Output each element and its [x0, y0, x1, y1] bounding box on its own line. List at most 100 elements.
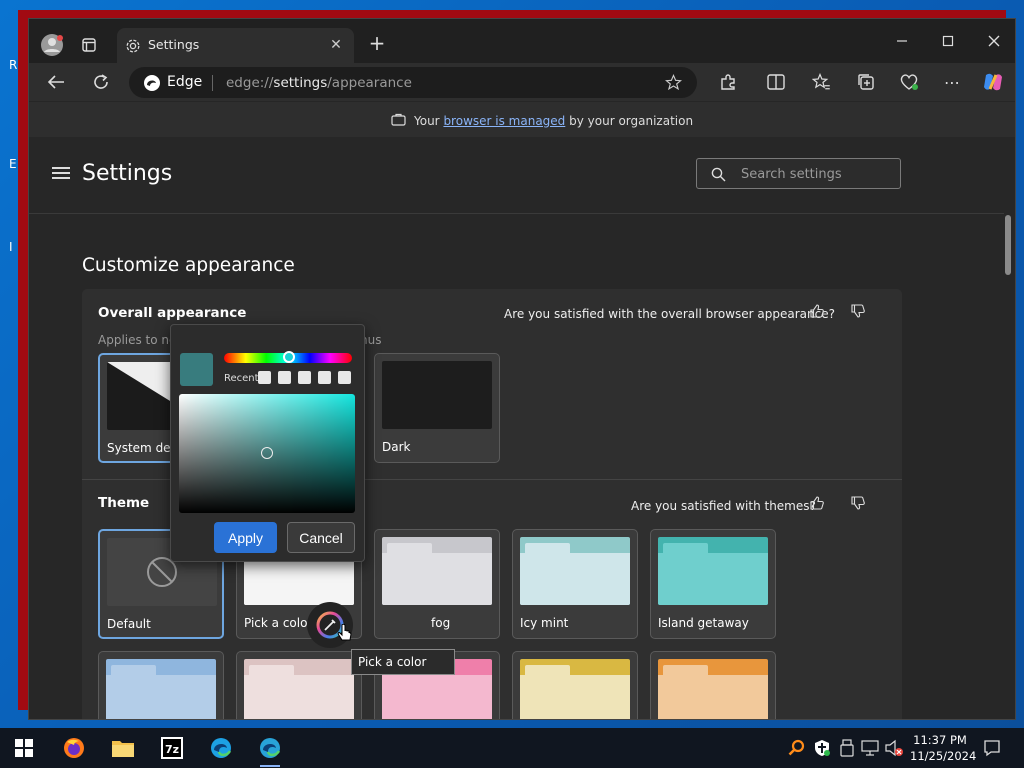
tab-close-button[interactable]: ✕ — [326, 35, 346, 55]
heart-pulse-icon — [900, 74, 918, 90]
recent-color-swatch[interactable] — [278, 371, 291, 384]
more-menu-button[interactable]: ⋯ — [941, 72, 963, 92]
address-bar[interactable]: Edge edge://settings/appearance — [129, 67, 697, 98]
recent-colors-label: Recent — [224, 373, 259, 384]
refresh-button[interactable] — [90, 72, 112, 92]
theme-card[interactable] — [236, 651, 362, 719]
theme-preview — [520, 537, 630, 605]
tray-clock[interactable]: 11:37 PM 11/25/2024 — [910, 732, 976, 764]
copilot-button[interactable] — [981, 71, 1005, 93]
hue-slider-handle[interactable] — [283, 351, 295, 363]
maximize-button[interactable] — [933, 29, 963, 53]
favorites-star-icon — [811, 73, 830, 90]
managed-link[interactable]: browser is managed — [443, 114, 565, 128]
close-icon — [988, 35, 1000, 47]
search-icon — [711, 167, 726, 182]
theme-card-fog[interactable]: fog — [374, 529, 500, 639]
tray-usb[interactable] — [836, 734, 858, 762]
tab-actions-icon — [82, 38, 96, 52]
favorites-button[interactable] — [810, 72, 832, 92]
apply-button[interactable]: Apply — [214, 522, 277, 553]
refresh-icon — [94, 74, 108, 89]
taskbar-7zip[interactable]: 7z — [158, 734, 186, 762]
tray-search-tool[interactable] — [786, 734, 808, 762]
tab-settings[interactable]: Settings ✕ — [117, 28, 354, 63]
split-screen-button[interactable] — [765, 72, 787, 92]
appearance-card-dark[interactable]: Dark — [374, 353, 500, 463]
close-window-button[interactable] — [979, 29, 1009, 53]
network-icon — [861, 740, 879, 756]
search-input[interactable]: Search settings — [696, 158, 901, 189]
edge-logo-icon — [144, 75, 160, 91]
url-scheme: edge:// — [226, 75, 274, 91]
card-label: fog — [431, 616, 451, 630]
thumbs-down-icon[interactable] — [850, 495, 866, 511]
tray-network[interactable] — [859, 734, 881, 762]
color-field-handle[interactable] — [261, 447, 273, 459]
taskbar-edge[interactable] — [207, 734, 235, 762]
recent-color-swatch[interactable] — [338, 371, 351, 384]
theme-preview — [106, 659, 216, 719]
new-tab-button[interactable]: + — [367, 31, 387, 55]
back-arrow-icon — [47, 75, 64, 89]
firefox-icon — [64, 738, 84, 758]
taskbar-edge-active[interactable] — [256, 734, 284, 767]
gear-icon — [126, 39, 140, 53]
color-picker-popup: Recent Apply Cancel — [170, 324, 365, 562]
folder-preview — [520, 543, 630, 605]
eyedropper-button[interactable] — [307, 602, 353, 648]
start-button[interactable] — [10, 734, 38, 762]
notification-center-button[interactable] — [978, 734, 1006, 762]
header-divider — [29, 213, 1004, 214]
theme-card[interactable] — [98, 651, 224, 719]
folder-preview — [106, 665, 216, 719]
profile-avatar[interactable] — [39, 32, 65, 58]
theme-preview — [382, 537, 492, 605]
tray-volume[interactable] — [883, 734, 905, 762]
folder-preview — [244, 665, 354, 719]
managed-message-prefix: Your — [414, 114, 444, 128]
recent-color-swatch[interactable] — [258, 371, 271, 384]
folder-preview — [382, 543, 492, 605]
folder-preview — [658, 543, 768, 605]
url-path: /appearance — [327, 75, 412, 91]
puzzle-icon — [721, 74, 735, 90]
theme-feedback-question: Are you satisfied with themes? — [631, 499, 816, 513]
recent-color-swatch[interactable] — [298, 371, 311, 384]
theme-card[interactable] — [512, 651, 638, 719]
theme-card[interactable] — [650, 651, 776, 719]
browser-essentials-button[interactable] — [898, 72, 920, 92]
address-brand: Edge — [167, 74, 203, 90]
overall-appearance-title: Overall appearance — [98, 305, 247, 321]
cancel-button[interactable]: Cancel — [287, 522, 355, 553]
scrollbar-thumb[interactable] — [1005, 215, 1011, 275]
svg-text:7z: 7z — [165, 743, 179, 756]
recent-color-swatch[interactable] — [318, 371, 331, 384]
thumbs-up-icon[interactable] — [809, 495, 825, 511]
menu-button[interactable] — [52, 167, 70, 181]
magnifier-icon — [788, 739, 805, 756]
desktop-label: R — [9, 58, 18, 72]
folder-preview — [658, 665, 768, 719]
address-url: edge://settings/appearance — [226, 75, 412, 91]
taskbar-firefox[interactable] — [60, 734, 88, 762]
tray-defender[interactable] — [811, 734, 833, 762]
volume-muted-icon — [885, 739, 903, 757]
theme-card-island-getaway[interactable]: Island getaway — [650, 529, 776, 639]
title-bar: Settings ✕ + — [29, 19, 1015, 63]
collections-button[interactable] — [855, 72, 877, 92]
extensions-button[interactable] — [717, 72, 739, 92]
minimize-button[interactable] — [887, 29, 917, 53]
thumbs-up-icon[interactable] — [809, 303, 825, 319]
back-button[interactable] — [45, 72, 67, 92]
tab-actions-button[interactable] — [79, 35, 99, 55]
briefcase-icon — [391, 113, 406, 126]
collections-icon — [858, 74, 874, 90]
theme-card-icy-mint[interactable]: Icy mint — [512, 529, 638, 639]
clock-time: 11:37 PM — [913, 733, 967, 747]
thumbs-down-icon[interactable] — [850, 303, 866, 319]
favorite-star-icon[interactable] — [665, 74, 682, 91]
background-window-edge — [18, 10, 28, 710]
taskbar-file-explorer[interactable] — [109, 734, 137, 762]
edge-icon — [211, 738, 232, 758]
